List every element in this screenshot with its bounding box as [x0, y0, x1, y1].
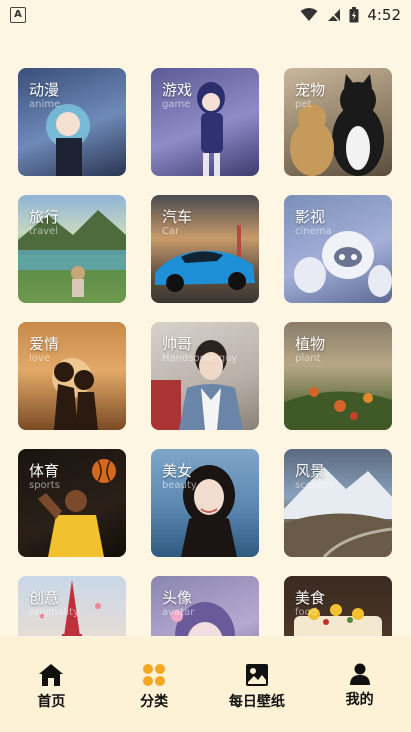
home-icon — [39, 664, 64, 686]
category-card-food[interactable]: 美食 food — [284, 576, 392, 636]
card-title: 美食 — [295, 589, 326, 607]
card-title: 美女 — [162, 462, 193, 480]
category-card-pet[interactable]: 宠物 pet — [284, 68, 392, 176]
category-card-beauty[interactable]: 美女 beauty — [151, 449, 259, 557]
card-subtitle: Handsome guy — [162, 353, 238, 364]
card-title: 游戏 — [162, 81, 193, 99]
card-title: 影视 — [295, 208, 326, 226]
status-time: 4:52 — [367, 6, 401, 24]
card-subtitle: game — [162, 99, 191, 110]
card-subtitle: pet — [295, 99, 312, 110]
nav-item-category[interactable]: 分类 — [103, 637, 206, 732]
category-card-plant[interactable]: 植物 plant — [284, 322, 392, 430]
card-subtitle: originality — [29, 607, 79, 618]
wifi-icon — [300, 8, 318, 21]
card-title: 旅行 — [29, 208, 60, 226]
card-title: 爱情 — [29, 335, 60, 353]
category-card-travel[interactable]: 旅行 travel — [18, 195, 126, 303]
nav-label-daily-wallpaper: 每日壁纸 — [228, 694, 285, 710]
nav-label-profile: 我的 — [345, 692, 374, 708]
card-title: 创意 — [29, 589, 60, 607]
profile-icon — [349, 663, 370, 685]
card-title: 体育 — [29, 462, 60, 480]
card-title: 植物 — [295, 335, 326, 353]
nav-label-home: 首页 — [37, 694, 66, 710]
card-subtitle: Car — [162, 226, 180, 237]
card-title: 动漫 — [29, 81, 60, 99]
nav-item-home[interactable]: 首页 — [0, 637, 103, 732]
card-title: 宠物 — [295, 81, 326, 99]
wallpaper-icon — [245, 664, 268, 686]
category-card-originality[interactable]: 创意 originality — [18, 576, 126, 636]
card-subtitle: love — [29, 353, 50, 364]
card-subtitle: food — [295, 607, 318, 618]
card-subtitle: scenery — [295, 480, 335, 491]
card-title: 帅哥 — [162, 335, 193, 353]
card-subtitle: sports — [29, 480, 60, 491]
card-title: 风景 — [295, 462, 326, 480]
notification-a-icon: A — [10, 7, 26, 23]
signal-icon — [327, 8, 341, 22]
bottom-navigation: 首页 分类 每日壁纸 我的 — [0, 637, 411, 732]
nav-item-daily-wallpaper[interactable]: 每日壁纸 — [206, 637, 309, 732]
battery-icon — [349, 7, 359, 23]
category-card-handsome-guy[interactable]: 帅哥 Handsome guy — [151, 322, 259, 430]
category-card-scenery[interactable]: 风景 scenery — [284, 449, 392, 557]
card-title: 汽车 — [162, 208, 193, 226]
category-card-avatar[interactable]: 头像 avatar — [151, 576, 259, 636]
category-card-sports[interactable]: 体育 sports — [18, 449, 126, 557]
category-card-cinema[interactable]: 影视 cinema — [284, 195, 392, 303]
category-card-love[interactable]: 爱情 love — [18, 322, 126, 430]
card-subtitle: anime — [29, 99, 61, 110]
status-bar: A 4:52 — [0, 0, 411, 30]
card-subtitle: cinema — [295, 226, 332, 237]
nav-label-category: 分类 — [140, 694, 169, 710]
card-subtitle: plant — [295, 353, 321, 364]
category-card-car[interactable]: 汽车 Car — [151, 195, 259, 303]
category-card-game[interactable]: 游戏 game — [151, 68, 259, 176]
card-subtitle: travel — [29, 226, 59, 237]
card-title: 头像 — [162, 589, 193, 607]
category-icon — [143, 664, 166, 686]
card-subtitle: avatar — [162, 607, 195, 618]
category-card-anime[interactable]: 动漫 anime — [18, 68, 126, 176]
card-subtitle: beauty — [162, 480, 197, 491]
category-grid: 动漫 anime 游戏 game 宠物 pet 旅行 travel 汽车 Car… — [18, 68, 394, 636]
nav-item-profile[interactable]: 我的 — [308, 637, 411, 732]
